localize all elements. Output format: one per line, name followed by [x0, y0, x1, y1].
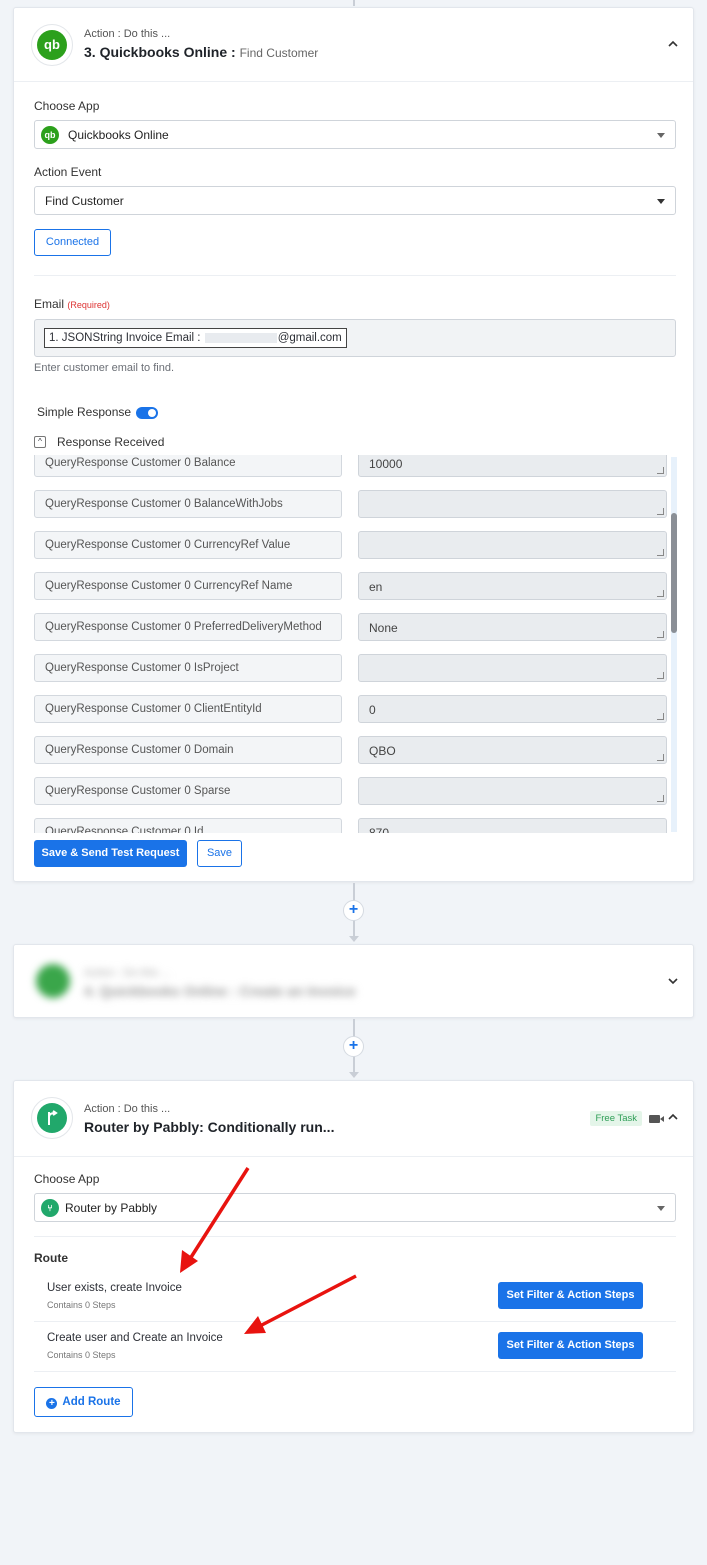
router-action-card: Action : Do this ... Router by Pabbly: C…	[13, 1080, 694, 1433]
response-key: QueryResponse Customer 0 Sparse	[34, 777, 342, 805]
response-value[interactable]: QBO	[358, 736, 667, 764]
email-mapped-tag[interactable]: 1. JSONString Invoice Email : @gmail.com	[44, 328, 347, 348]
email-field[interactable]: 1. JSONString Invoice Email : @gmail.com	[34, 319, 676, 357]
card-title: 3. Quickbooks Online : Find Customer	[84, 44, 319, 60]
quickbooks-logo-icon	[36, 964, 70, 998]
chevron-up-icon[interactable]	[667, 1111, 679, 1123]
response-value[interactable]	[358, 490, 667, 518]
response-row: QueryResponse Customer 0 Id 870	[34, 818, 680, 833]
action-event-label: Action Event	[34, 165, 102, 179]
router-mini-icon: ⑂	[41, 1199, 59, 1217]
response-value[interactable]: 870	[358, 818, 667, 833]
chevron-up-icon[interactable]	[667, 38, 679, 50]
choose-app-label: Choose App	[34, 99, 100, 113]
divider	[34, 275, 676, 276]
route-row: Create user and Create an Invoice Contai…	[34, 1322, 676, 1372]
response-row: QueryResponse Customer 0 ClientEntityId 0	[34, 695, 680, 725]
response-value[interactable]: None	[358, 613, 667, 641]
response-value[interactable]: 10000	[358, 455, 667, 477]
route-label: Route	[34, 1251, 68, 1265]
action-label: Action : Do this ...	[84, 28, 171, 40]
chevron-down-icon[interactable]	[667, 975, 679, 987]
plus-icon[interactable]: +	[343, 900, 364, 921]
response-row: QueryResponse Customer 0 CurrencyRef Val…	[34, 531, 680, 561]
action-label: Action : Do this ...	[84, 1103, 171, 1115]
route-steps-count: Contains 0 Steps	[47, 1350, 116, 1360]
simple-response-label: Simple Response	[37, 405, 132, 419]
response-value[interactable]	[358, 531, 667, 559]
route-steps-count: Contains 0 Steps	[47, 1300, 116, 1310]
quickbooks-logo-icon: qb	[31, 24, 73, 66]
response-received-label: Response Received	[57, 435, 165, 449]
card-header[interactable]: Action : Do this ... Router by Pabbly: C…	[14, 1081, 693, 1157]
free-task-badge: Free Task	[590, 1111, 642, 1126]
video-icon[interactable]	[649, 1115, 664, 1123]
response-value[interactable]	[358, 777, 667, 805]
save-button[interactable]: Save	[197, 840, 242, 867]
response-row: QueryResponse Customer 0 CurrencyRef Nam…	[34, 572, 680, 602]
router-logo-icon	[31, 1097, 73, 1139]
top-connector	[353, 0, 355, 6]
action-event-select[interactable]: Find Customer	[34, 186, 676, 215]
email-hint: Enter customer email to find.	[34, 362, 175, 374]
plus-circle-icon: +	[46, 1398, 58, 1409]
response-row: QueryResponse Customer 0 BalanceWithJobs	[34, 490, 680, 520]
set-filter-action-steps-button[interactable]: Set Filter & Action Steps	[498, 1332, 643, 1359]
set-filter-action-steps-button[interactable]: Set Filter & Action Steps	[498, 1282, 643, 1309]
save-send-test-button[interactable]: Save & Send Test Request	[34, 840, 187, 867]
response-key: QueryResponse Customer 0 CurrencyRef Val…	[34, 531, 342, 559]
collapsed-action-card[interactable]: Action : Do this ... 4. Quickbooks Onlin…	[13, 944, 694, 1018]
divider	[34, 1236, 676, 1237]
email-label: Email (Required)	[34, 297, 110, 311]
response-scrollbar-thumb[interactable]	[671, 513, 677, 633]
arrow-down-icon	[349, 1072, 359, 1078]
choose-app-label: Choose App	[34, 1172, 100, 1186]
caret-down-icon	[657, 199, 665, 204]
caret-down-icon	[657, 1206, 665, 1211]
response-key: QueryResponse Customer 0 Domain	[34, 736, 342, 764]
choose-app-select[interactable]: qb Quickbooks Online	[34, 120, 676, 149]
response-row: QueryResponse Customer 0 Balance 10000	[34, 455, 680, 479]
quickbooks-mini-icon: qb	[41, 126, 59, 144]
response-row: QueryResponse Customer 0 Domain QBO	[34, 736, 680, 766]
response-list: QueryResponse Customer 0 Balance 10000 Que…	[34, 455, 680, 833]
card-title: Router by Pabbly: Conditionally run...	[84, 1119, 335, 1135]
simple-response-toggle[interactable]	[136, 407, 158, 419]
response-key: QueryResponse Customer 0 IsProject	[34, 654, 342, 682]
response-key: QueryResponse Customer 0 Balance	[34, 455, 342, 477]
response-value[interactable]: 0	[358, 695, 667, 723]
add-route-button[interactable]: + Add Route	[34, 1387, 133, 1417]
response-key: QueryResponse Customer 0 CurrencyRef Nam…	[34, 572, 342, 600]
response-row: QueryResponse Customer 0 Sparse	[34, 777, 680, 807]
collapse-icon[interactable]: ^	[34, 436, 46, 448]
connected-button[interactable]: Connected	[34, 229, 111, 256]
response-value[interactable]: en	[358, 572, 667, 600]
response-value[interactable]	[358, 654, 667, 682]
choose-app-select[interactable]: ⑂ Router by Pabbly	[34, 1193, 676, 1222]
response-key: QueryResponse Customer 0 BalanceWithJobs	[34, 490, 342, 518]
response-key: QueryResponse Customer 0 PreferredDelive…	[34, 613, 342, 641]
arrow-down-icon	[349, 936, 359, 942]
route-title: User exists, create Invoice	[47, 1282, 182, 1294]
route-row: User exists, create Invoice Contains 0 S…	[34, 1272, 676, 1322]
response-key: QueryResponse Customer 0 ClientEntityId	[34, 695, 342, 723]
route-title: Create user and Create an Invoice	[47, 1332, 223, 1344]
response-row: QueryResponse Customer 0 IsProject	[34, 654, 680, 684]
plus-icon[interactable]: +	[343, 1036, 364, 1057]
card-header[interactable]: qb Action : Do this ... 3. Quickbooks On…	[14, 8, 693, 82]
caret-down-icon	[657, 133, 665, 138]
response-row: QueryResponse Customer 0 PreferredDelive…	[34, 613, 680, 643]
quickbooks-action-card: qb Action : Do this ... 3. Quickbooks On…	[13, 7, 694, 882]
response-key: QueryResponse Customer 0 Id	[34, 818, 342, 833]
